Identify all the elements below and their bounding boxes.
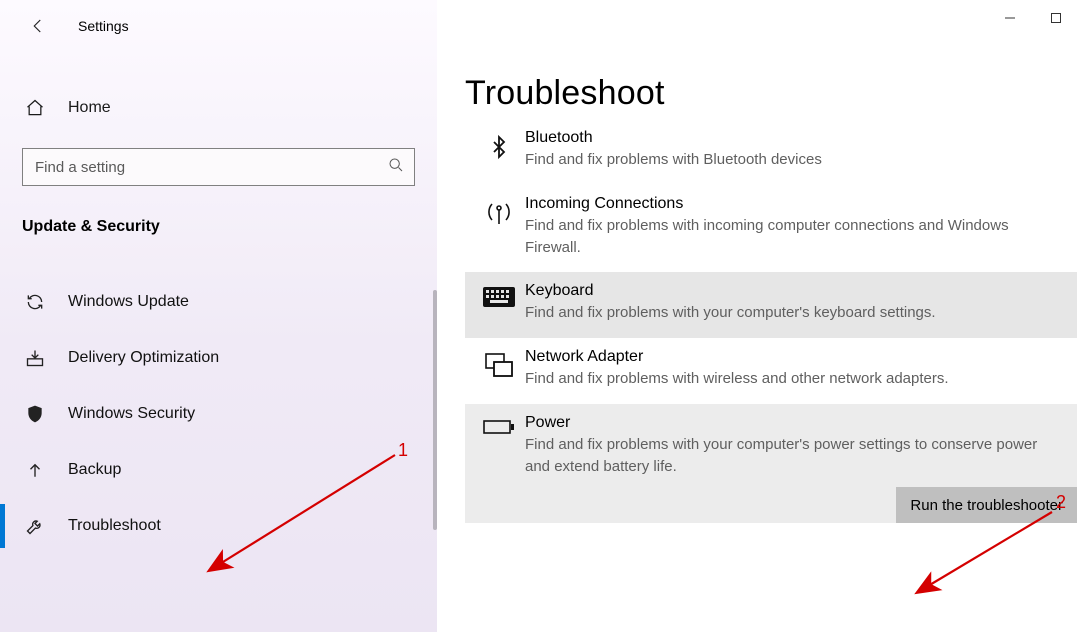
troubleshoot-item-desc: Find and fix problems with wireless and … [525,368,1063,390]
sidebar-item-delivery-optimization[interactable]: Delivery Optimization [0,330,437,386]
sidebar-item-label: Troubleshoot [68,517,161,535]
search-box[interactable] [22,148,415,186]
bluetooth-icon [473,129,525,171]
sidebar-item-label: Backup [68,461,121,479]
troubleshoot-item-network-adapter[interactable]: Network Adapter Find and fix problems wi… [465,338,1077,404]
sidebar-home-label: Home [68,99,111,117]
network-adapter-icon [473,348,525,390]
troubleshoot-item-desc: Find and fix problems with Bluetooth dev… [525,149,1063,171]
sidebar-category: Update & Security [22,218,437,236]
troubleshoot-item-desc: Find and fix problems with your computer… [525,302,1063,324]
sidebar-item-troubleshoot[interactable]: Troubleshoot [0,498,437,554]
troubleshoot-item-desc: Find and fix problems with your computer… [525,434,1063,478]
sidebar-item-windows-update[interactable]: Windows Update [0,274,437,330]
sidebar-item-label: Windows Security [68,405,195,423]
sidebar-item-label: Delivery Optimization [68,349,219,367]
titlebar: Settings [0,6,437,46]
sidebar-item-backup[interactable]: Backup [0,442,437,498]
troubleshoot-item-keyboard[interactable]: Keyboard Find and fix problems with your… [465,272,1077,338]
sync-icon [24,291,46,313]
sidebar: Settings Home Update & Security Windo [0,0,437,632]
run-troubleshooter-button[interactable]: Run the troubleshooter [896,487,1077,523]
maximize-button[interactable] [1044,6,1068,30]
sidebar-nav: Windows Update Delivery Optimization Win… [0,274,437,554]
search-input[interactable] [33,158,388,177]
troubleshoot-item-title: Incoming Connections [525,195,1063,213]
troubleshoot-item-power[interactable]: Power Find and fix problems with your co… [465,404,1077,524]
wrench-icon [24,515,46,537]
sidebar-item-label: Windows Update [68,293,189,311]
troubleshoot-item-incoming-connections[interactable]: Incoming Connections Find and fix proble… [465,185,1077,273]
sidebar-item-windows-security[interactable]: Windows Security [0,386,437,442]
content-pane: Troubleshoot Bluetooth Find and fix prob… [437,0,1080,632]
home-icon [24,98,46,118]
troubleshoot-item-title: Power [525,414,1063,432]
troubleshoot-list: Bluetooth Find and fix problems with Blu… [465,119,1077,523]
settings-window: Settings Home Update & Security Windo [0,0,1080,632]
window-controls [998,6,1068,30]
keyboard-icon [473,282,525,324]
download-box-icon [24,347,46,369]
sidebar-home[interactable]: Home [0,86,437,130]
app-title: Settings [78,18,129,34]
battery-icon [473,414,525,478]
shield-icon [24,403,46,425]
search-icon [388,157,404,177]
troubleshoot-item-title: Network Adapter [525,348,1063,366]
back-button[interactable] [20,8,56,44]
page-title: Troubleshoot [465,74,1080,113]
troubleshoot-item-bluetooth[interactable]: Bluetooth Find and fix problems with Blu… [465,119,1077,185]
troubleshoot-item-title: Bluetooth [525,129,1063,147]
antenna-icon [473,195,525,259]
minimize-button[interactable] [998,6,1022,30]
troubleshoot-item-title: Keyboard [525,282,1063,300]
troubleshoot-item-desc: Find and fix problems with incoming comp… [525,215,1063,259]
backup-arrow-icon [24,459,46,481]
